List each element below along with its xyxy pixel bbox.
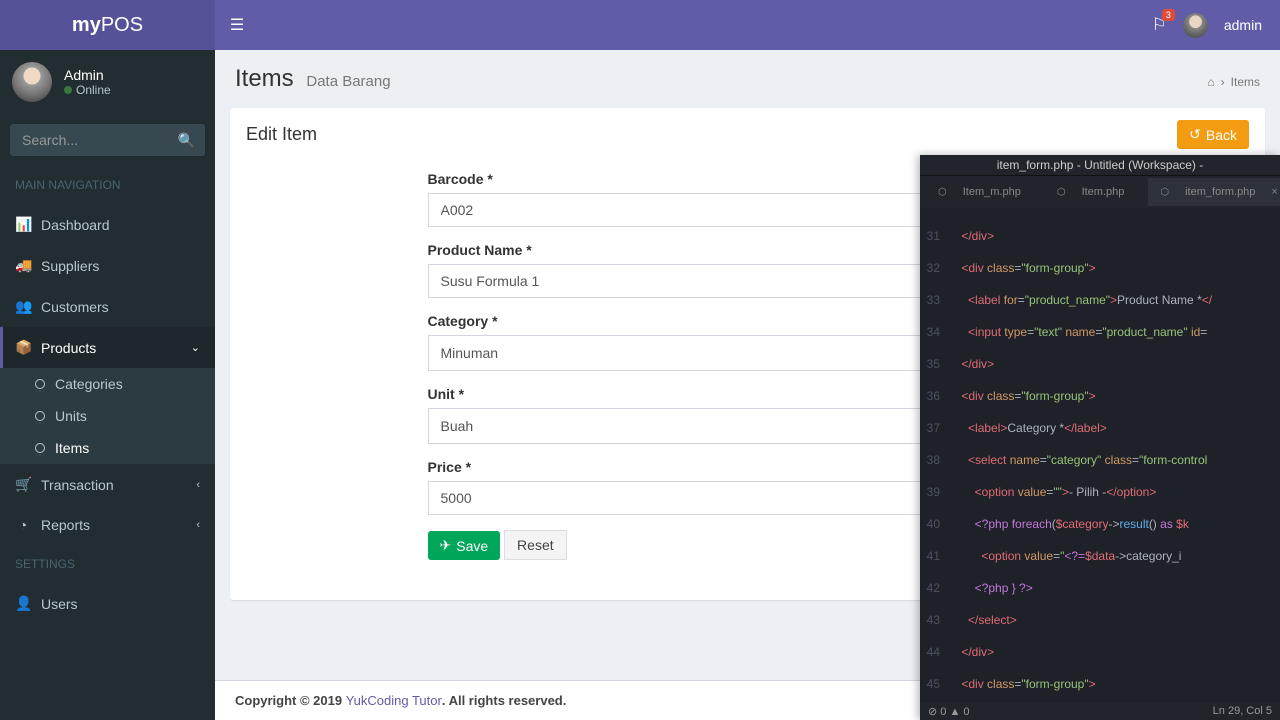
archive-icon: 📦 (15, 339, 31, 356)
editor-tab[interactable]: ⬡Item.php (1045, 178, 1137, 206)
dashboard-icon[interactable]: ⌂ (1207, 75, 1214, 89)
editor-code[interactable]: 31 </div> 32 <div class="form-group"> 33… (920, 208, 1280, 703)
code-editor-window: item_form.php - Untitled (Workspace) - ⬡… (920, 155, 1280, 720)
topbar: myPOS ☰ ⚐3 admin (0, 0, 1280, 50)
circle-icon (35, 443, 45, 453)
back-button[interactable]: ↺Back (1177, 120, 1249, 149)
cart-icon: 🛒 (15, 476, 31, 493)
editor-tab[interactable]: ⬡Item_m.php (926, 178, 1033, 206)
php-icon: ⬡ (1051, 183, 1072, 202)
nav-products[interactable]: 📦Products⌄ (0, 327, 215, 368)
circle-icon (35, 411, 45, 421)
nav-categories[interactable]: Categories (0, 368, 215, 400)
notification-badge: 3 (1162, 9, 1175, 21)
sidebar: Admin Online 🔍 MAIN NAVIGATION 📊Dashboar… (0, 50, 215, 720)
search-input[interactable] (10, 124, 205, 156)
chevron-down-icon: ⌄ (191, 341, 200, 354)
nav-header-settings: SETTINGS (0, 545, 215, 583)
main-nav: 📊Dashboard 🚚Suppliers 👥Customers 📦Produc… (0, 204, 215, 545)
reset-button[interactable]: Reset (504, 530, 567, 560)
paper-plane-icon: ✈ (440, 537, 452, 554)
chevron-left-icon: ‹ (196, 479, 200, 491)
nav-transaction[interactable]: 🛒Transaction‹ (0, 464, 215, 505)
logo[interactable]: myPOS (0, 0, 215, 50)
user-name: Admin (64, 67, 111, 83)
save-button[interactable]: ✈Save (428, 531, 501, 560)
box-title: Edit Item (246, 124, 317, 145)
notifications-button[interactable]: ⚐3 (1152, 15, 1167, 35)
users-icon: 👥 (15, 298, 31, 315)
user-panel: Admin Online (0, 50, 215, 114)
nav-reports[interactable]: ◔Reports‹ (0, 505, 215, 545)
chevron-left-icon: ‹ (196, 519, 200, 531)
nav-header: MAIN NAVIGATION (0, 166, 215, 204)
user-icon: 👤 (15, 595, 31, 612)
php-icon: ⬡ (932, 183, 953, 202)
footer-link[interactable]: YukCoding Tutor (346, 693, 442, 708)
php-icon: ⬡ (1154, 183, 1175, 202)
nav-suppliers[interactable]: 🚚Suppliers (0, 245, 215, 286)
topbar-username[interactable]: admin (1224, 17, 1262, 33)
avatar (12, 62, 52, 102)
page-header: Items Data Barang ⌂›Items (215, 50, 1280, 108)
pie-icon: ◔ (15, 517, 31, 533)
user-status: Online (64, 83, 111, 97)
undo-icon: ↺ (1189, 126, 1201, 143)
dashboard-icon: 📊 (15, 216, 31, 233)
truck-icon: 🚚 (15, 257, 31, 274)
page-title: Items Data Barang (235, 65, 391, 93)
sidebar-search: 🔍 (10, 124, 205, 156)
avatar[interactable] (1183, 13, 1208, 38)
editor-tabs: ⬡Item_m.php ⬡Item.php ⬡item_form.php × (920, 176, 1280, 208)
close-icon[interactable]: × (1265, 182, 1280, 202)
editor-titlebar[interactable]: item_form.php - Untitled (Workspace) - (920, 155, 1280, 176)
nav-dashboard[interactable]: 📊Dashboard (0, 204, 215, 245)
editor-statusbar: ⊘ 0 ▲ 0 Ln 29, Col 5 (920, 703, 1280, 720)
nav-units[interactable]: Units (0, 400, 215, 432)
menu-toggle-button[interactable]: ☰ (215, 0, 259, 50)
products-submenu: Categories Units Items (0, 368, 215, 464)
nav-items[interactable]: Items (0, 432, 215, 464)
editor-tab-active[interactable]: ⬡item_form.php × (1148, 178, 1280, 206)
circle-icon (35, 379, 45, 389)
nav-customers[interactable]: 👥Customers (0, 286, 215, 327)
nav-users[interactable]: 👤Users (0, 583, 215, 624)
breadcrumb: ⌂›Items (1207, 75, 1260, 89)
search-icon[interactable]: 🔍 (178, 132, 195, 149)
